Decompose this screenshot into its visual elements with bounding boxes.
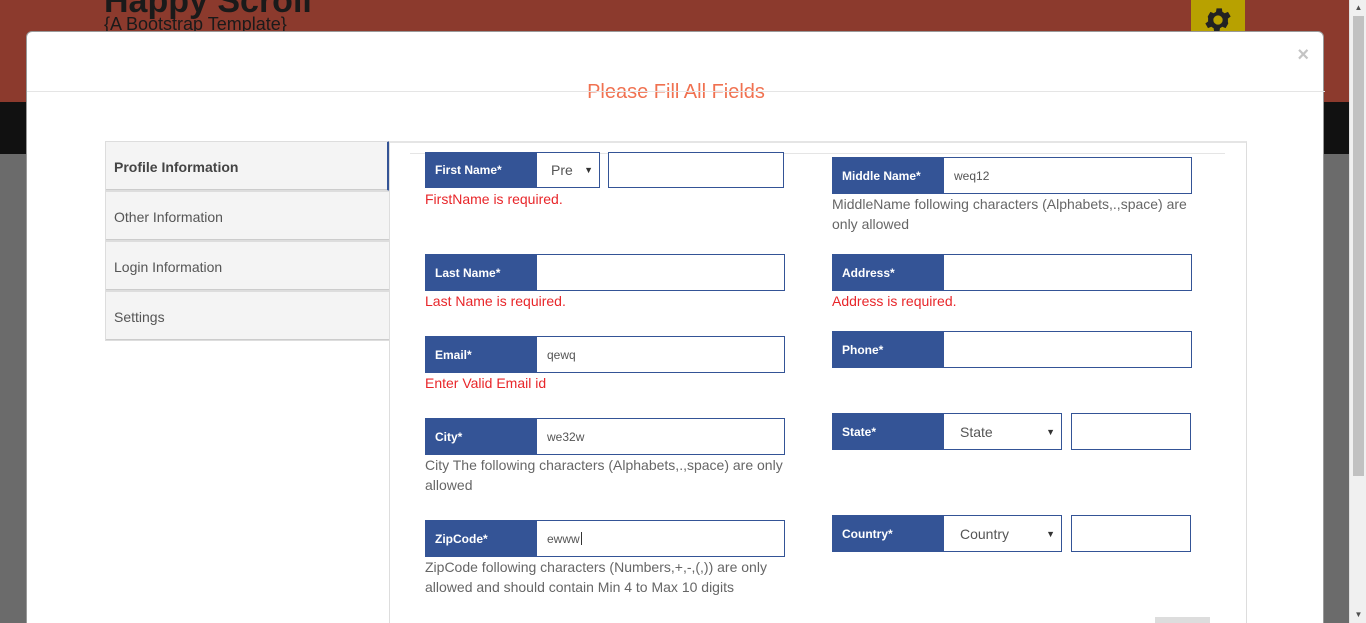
middle-name-label: Middle Name* — [832, 157, 943, 194]
state-select-value: State — [960, 423, 993, 440]
first-name-input[interactable] — [608, 152, 784, 188]
zipcode-hint: ZipCode following characters (Numbers,+,… — [425, 559, 767, 595]
city-label: City* — [425, 418, 536, 455]
name-prefix-select[interactable]: Pre ▼ — [536, 152, 600, 188]
address-error: Address is required. — [832, 293, 957, 309]
email-error: Enter Valid Email id — [425, 375, 547, 391]
last-name-input[interactable] — [536, 254, 785, 291]
state-select[interactable]: State ▼ — [943, 413, 1062, 450]
country-group: Country* Country ▼ — [832, 515, 1062, 552]
address-group: Address* — [832, 254, 1192, 291]
middle-name-input[interactable]: weq12 — [943, 157, 1192, 194]
email-group: Email* qewq — [425, 336, 785, 373]
tab-profile-information[interactable]: Profile Information — [105, 141, 390, 191]
chevron-down-icon: ▼ — [584, 165, 593, 175]
page-scrollbar[interactable]: ▲ ▼ — [1349, 0, 1366, 623]
first-name-error: FirstName is required. — [425, 191, 563, 207]
country-label: Country* — [832, 515, 943, 552]
phone-group: Phone* — [832, 331, 1192, 368]
zipcode-value: ewww — [547, 531, 580, 546]
address-textarea[interactable] — [943, 254, 1192, 291]
state-group: State* State ▼ — [832, 413, 1062, 450]
phone-label: Phone* — [832, 331, 943, 368]
email-input[interactable]: qewq — [536, 336, 785, 373]
scroll-up-icon[interactable]: ▲ — [1350, 0, 1366, 16]
zipcode-group: ZipCode* ewww — [425, 520, 785, 557]
middle-name-group: Middle Name* weq12 — [832, 157, 1192, 194]
tab-settings[interactable]: Settings — [105, 291, 390, 341]
country-select-value: Country — [960, 525, 1010, 542]
tab-login-information[interactable]: Login Information — [105, 241, 390, 291]
first-name-group: First Name* Pre ▼ — [425, 152, 784, 188]
tab-list: Profile Information Other Information Lo… — [105, 141, 390, 341]
scroll-thumb[interactable] — [1353, 16, 1364, 476]
city-group: City* we32w — [425, 418, 785, 455]
middle-name-hint: MiddleName following characters (Alphabe… — [832, 196, 1187, 232]
city-hint: City The following characters (Alphabets… — [425, 457, 783, 493]
zipcode-input[interactable]: ewww — [536, 520, 785, 557]
address-label: Address* — [832, 254, 943, 291]
last-name-group: Last Name* — [425, 254, 785, 291]
last-name-error: Last Name is required. — [425, 293, 566, 309]
state-label: State* — [832, 413, 943, 450]
modal-header-divider — [27, 91, 1325, 92]
scroll-down-icon[interactable]: ▼ — [1350, 607, 1366, 623]
phone-input[interactable] — [943, 331, 1192, 368]
chevron-down-icon: ▼ — [1046, 528, 1055, 539]
tab-other-information[interactable]: Other Information — [105, 191, 390, 241]
city-input[interactable]: we32w — [536, 418, 785, 455]
modal-title: Please Fill All Fields — [587, 81, 765, 103]
name-prefix-value: Pre — [551, 162, 573, 178]
state-other-input[interactable] — [1071, 413, 1191, 450]
last-name-label: Last Name* — [425, 254, 536, 291]
email-label: Email* — [425, 336, 536, 373]
chevron-down-icon: ▼ — [1046, 426, 1055, 437]
country-select[interactable]: Country ▼ — [943, 515, 1062, 552]
first-name-label: First Name* — [425, 152, 536, 188]
country-other-input[interactable] — [1071, 515, 1191, 552]
text-cursor — [580, 532, 582, 545]
zipcode-label: ZipCode* — [425, 520, 536, 557]
partial-button[interactable] — [1155, 617, 1210, 623]
close-icon[interactable]: × — [1297, 44, 1309, 67]
